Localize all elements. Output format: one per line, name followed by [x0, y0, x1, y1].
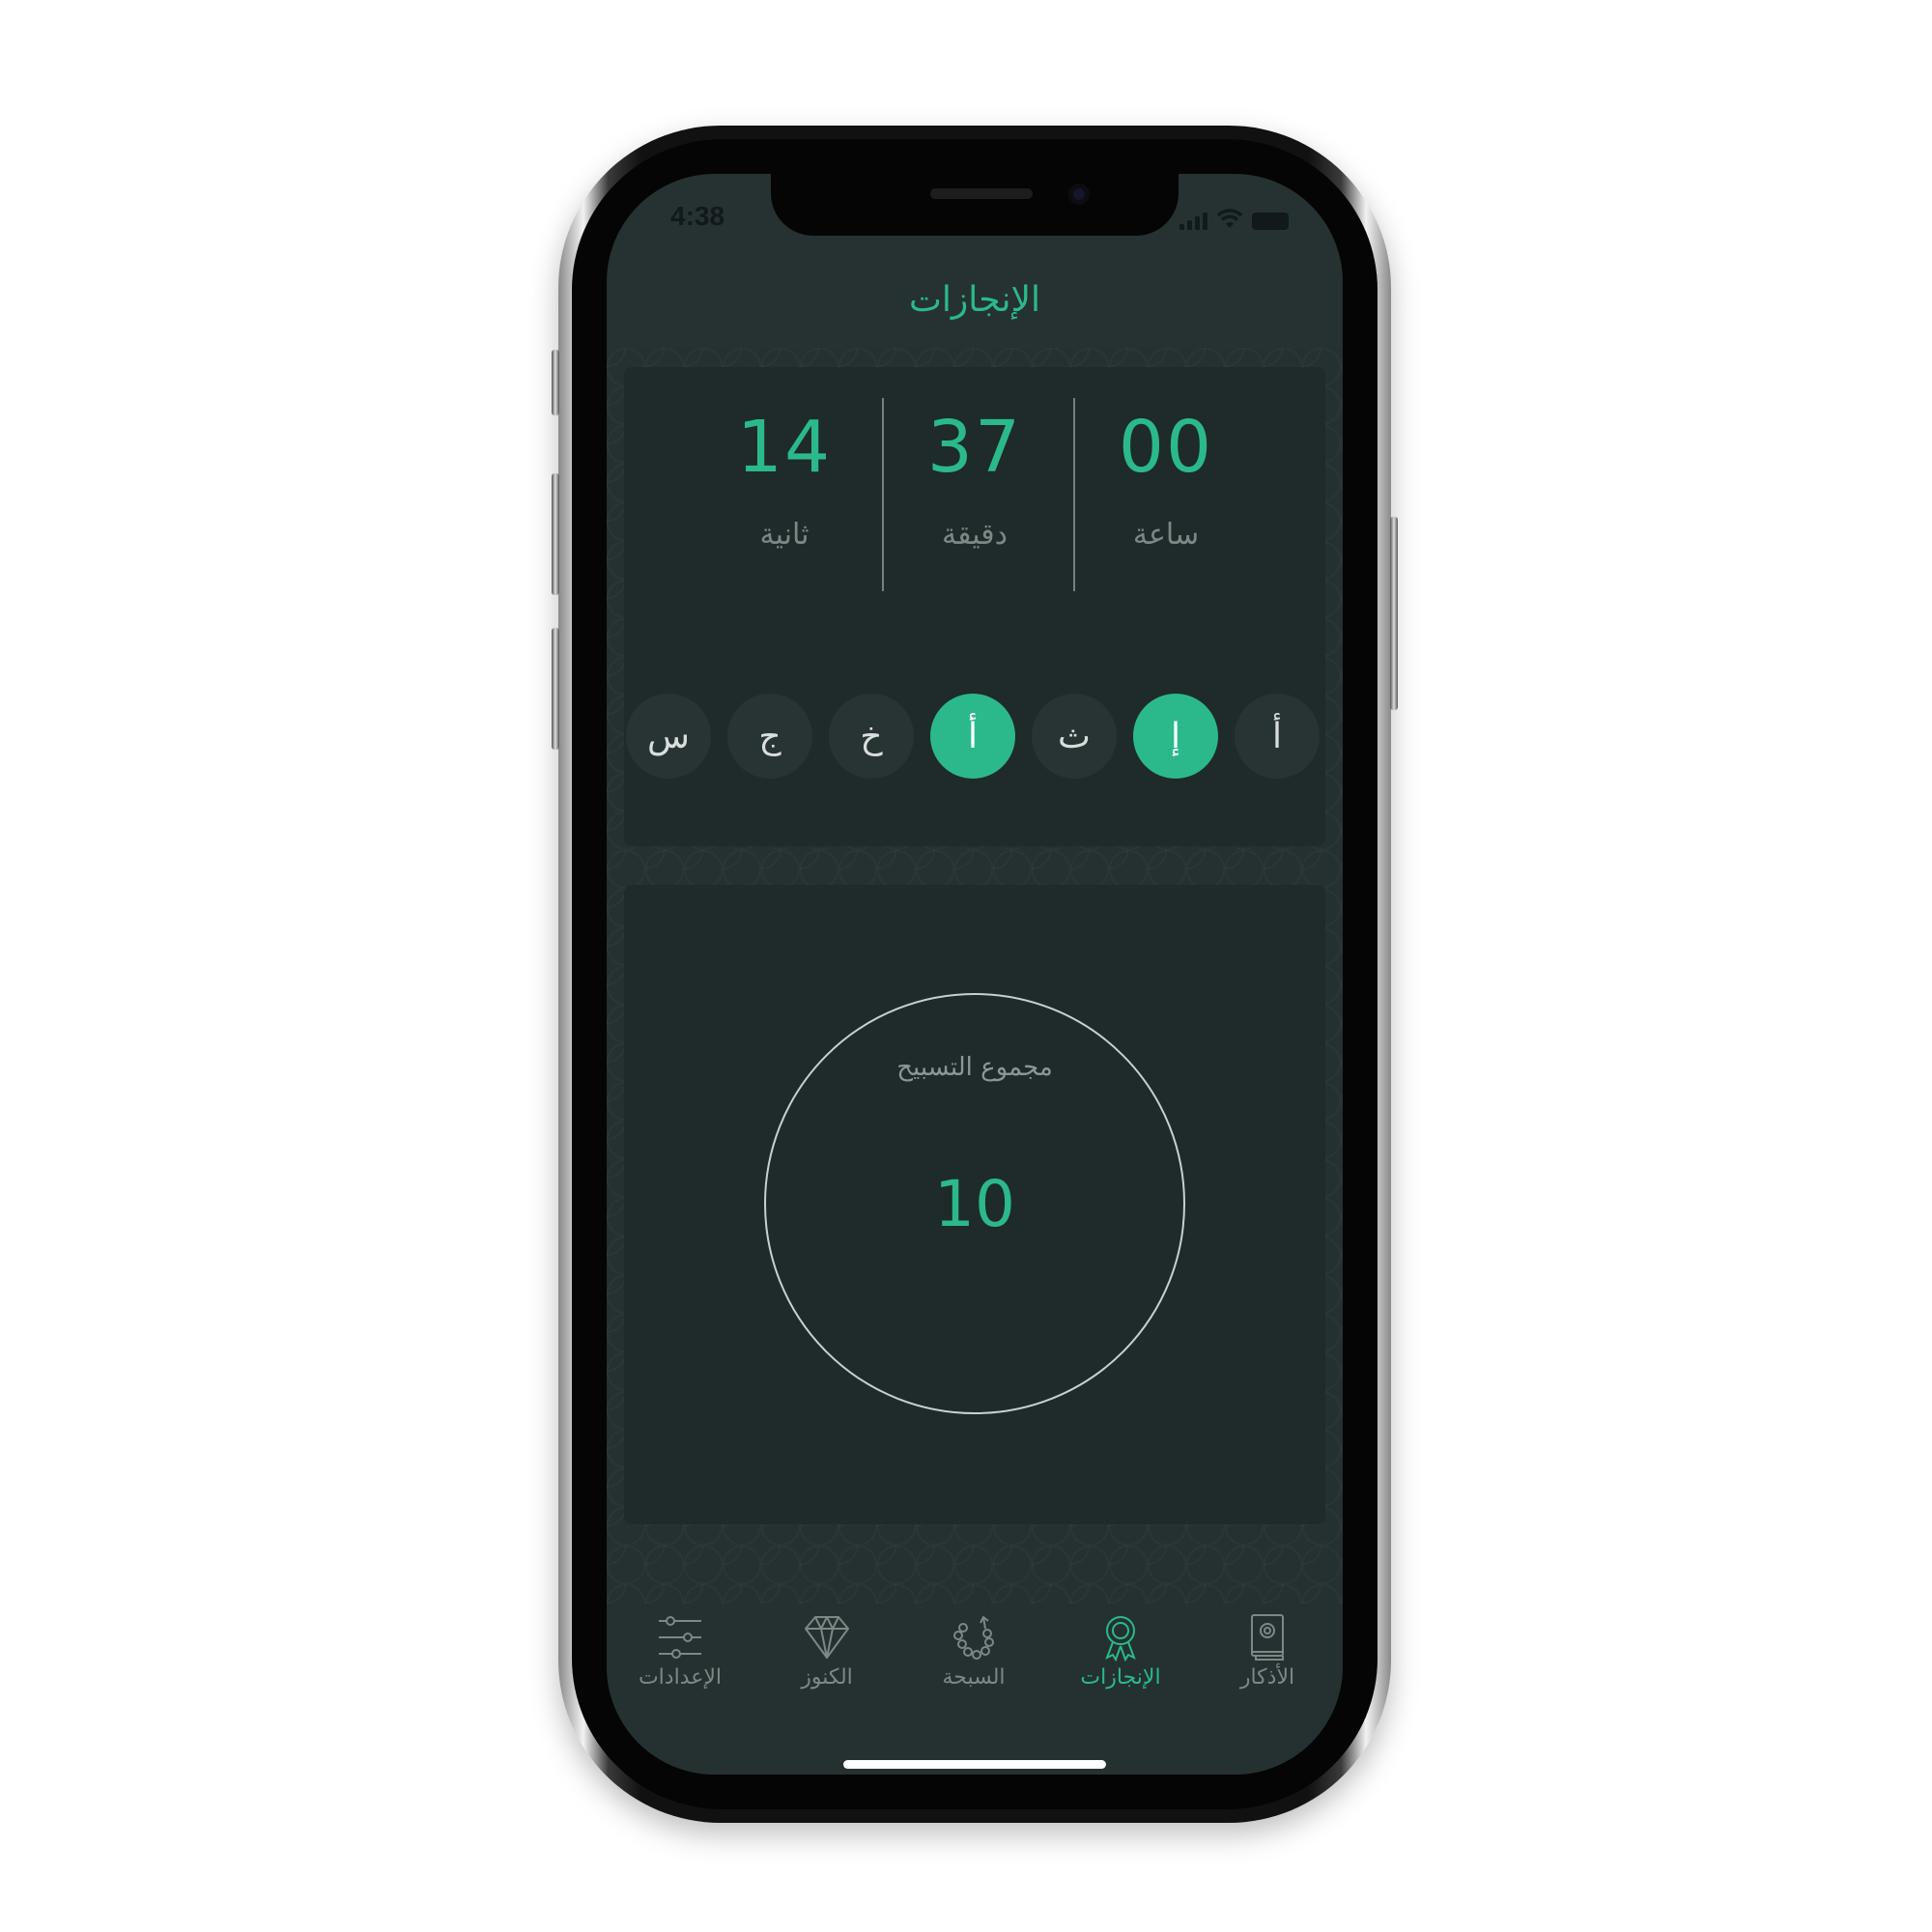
front-camera [1068, 184, 1090, 205]
total-card: مجموع التسبيح 10 [624, 885, 1325, 1524]
home-indicator[interactable] [843, 1760, 1106, 1769]
diamond-icon [805, 1616, 849, 1659]
volume-down-button [552, 628, 559, 750]
tab-label: الأذكار [1239, 1665, 1295, 1690]
day-button[interactable]: ج [727, 694, 812, 779]
day-label: إ [1170, 716, 1180, 756]
day-label: خ [860, 716, 883, 756]
tab-bar: الإعدادات الكنوز السبحة الإنجازات الأذكا… [607, 1604, 1343, 1775]
mute-switch [552, 350, 559, 415]
tab-label: الإعدادات [638, 1665, 723, 1690]
seconds-label: ثانية [759, 518, 810, 552]
page-title: الإنجازات [607, 251, 1343, 348]
seconds-value: 14 [736, 406, 833, 489]
tab-achievements[interactable]: الإنجازات [1047, 1613, 1194, 1710]
day-button[interactable]: ث [1032, 694, 1117, 779]
status-time: 4:38 [670, 201, 725, 231]
day-label: ج [758, 716, 781, 756]
tab-label: السبحة [942, 1665, 1006, 1690]
tab-adhkar[interactable]: الأذكار [1194, 1613, 1341, 1710]
award-icon [1105, 1616, 1136, 1662]
app-screen: 4:38 الإنجازات 14 ثانية 37 دقيقة 00 ساعة… [607, 174, 1343, 1775]
day-label: ث [1058, 716, 1091, 756]
seconds-column: 14 ثانية [688, 406, 881, 552]
notch [771, 174, 1179, 236]
hours-value: 00 [1118, 406, 1214, 489]
day-button[interactable]: إ [1133, 694, 1218, 779]
speaker-grille [930, 188, 1033, 199]
wifi-icon [1216, 209, 1243, 228]
sliders-icon [659, 1616, 701, 1659]
timer-card: 14 ثانية 37 دقيقة 00 ساعة س ج خ أ ث إ أ [624, 367, 1325, 846]
day-button[interactable]: أ [1235, 694, 1320, 779]
total-circle: مجموع التسبيح 10 [764, 993, 1185, 1414]
day-button[interactable]: أ [930, 694, 1015, 779]
status-icons [1179, 209, 1289, 230]
prayer-beads-icon [953, 1615, 994, 1660]
hours-label: ساعة [1132, 518, 1200, 552]
page-title-text: الإنجازات [908, 279, 1041, 320]
day-selector: س ج خ أ ث إ أ [624, 694, 1325, 781]
tab-settings[interactable]: الإعدادات [607, 1613, 753, 1710]
day-label: س [647, 716, 690, 756]
battery-icon [1252, 213, 1289, 230]
total-value: 10 [934, 1167, 1015, 1241]
day-button[interactable]: خ [829, 694, 914, 779]
tab-treasures[interactable]: الكنوز [753, 1613, 900, 1710]
minutes-column: 37 دقيقة [878, 406, 1071, 552]
day-label: أ [1271, 716, 1282, 756]
power-button [1390, 517, 1398, 710]
tab-rosary[interactable]: السبحة [900, 1613, 1047, 1710]
signal-icon [1179, 213, 1208, 230]
hours-column: 00 ساعة [1069, 406, 1263, 552]
tab-label: الكنوز [801, 1665, 853, 1690]
total-label: مجموع التسبيح [896, 1053, 1053, 1082]
day-label: أ [967, 716, 978, 756]
tab-label: الإنجازات [1080, 1665, 1161, 1690]
minutes-value: 37 [926, 406, 1023, 489]
minutes-label: دقيقة [941, 518, 1008, 552]
day-button[interactable]: س [626, 694, 711, 779]
book-icon [1251, 1614, 1284, 1661]
volume-up-button [552, 473, 559, 595]
